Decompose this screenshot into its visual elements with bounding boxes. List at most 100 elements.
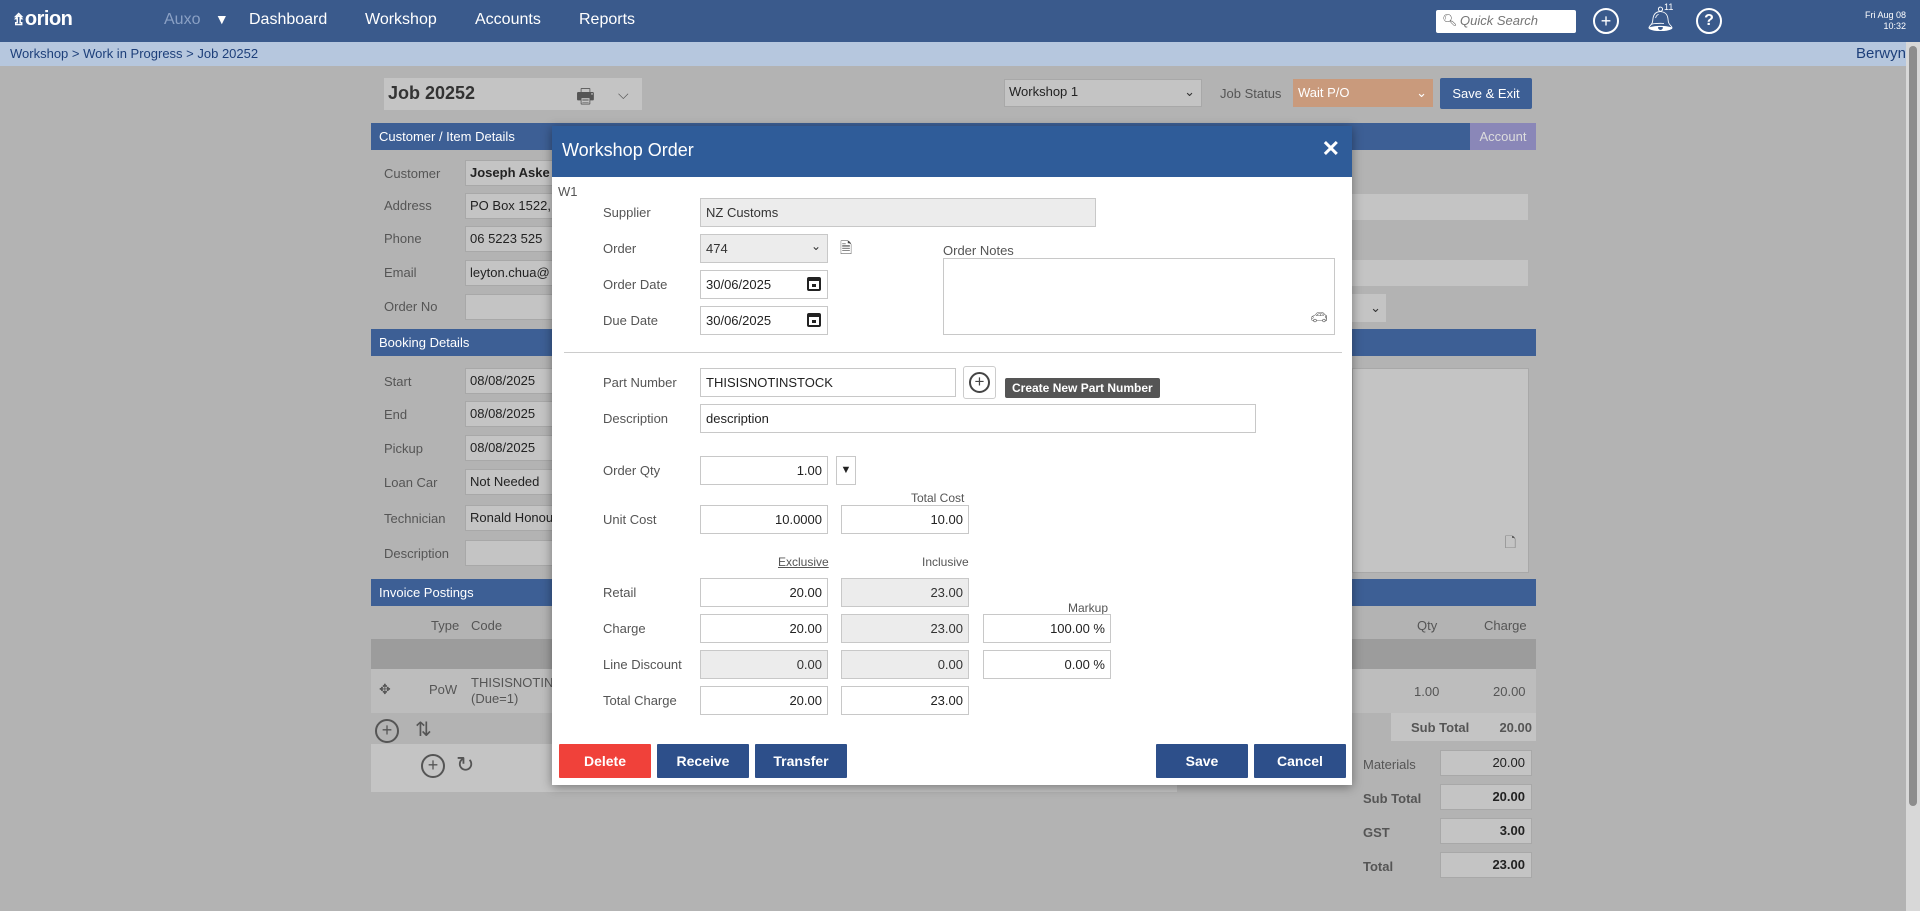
- gst-value: 3.00: [1440, 818, 1532, 844]
- col-qty: Qty: [1417, 618, 1438, 633]
- help-icon[interactable]: ?: [1696, 8, 1722, 34]
- retail-ex-field[interactable]: 20.00: [700, 578, 828, 607]
- due-date-field[interactable]: 30/06/2025: [700, 306, 828, 335]
- search-document-icon[interactable]: 🗎︎: [840, 238, 852, 263]
- exclusive-label[interactable]: Exclusive: [778, 555, 829, 569]
- retail-label: Retail: [603, 585, 637, 600]
- notification-count: 11: [1664, 2, 1674, 12]
- total-value: 23.00: [1440, 852, 1532, 878]
- gst-label: GST: [1363, 825, 1390, 840]
- order-notes-textarea[interactable]: 🚗︎: [943, 258, 1335, 335]
- item-select[interactable]: ⌄: [1352, 294, 1386, 322]
- page-title: Job 20252: [388, 83, 476, 103]
- total-charge-ex-field[interactable]: 20.00: [700, 686, 828, 715]
- subtotal-label: Sub Total: [1411, 720, 1470, 735]
- order-select[interactable]: 474 ⌄: [700, 234, 828, 263]
- qty-dropdown-icon[interactable]: ▼: [836, 456, 856, 485]
- charge-inc-field: 23.00: [841, 614, 969, 643]
- order-date-field[interactable]: 30/06/2025: [700, 270, 828, 299]
- order-no-value[interactable]: [465, 294, 555, 320]
- start-label: Start: [384, 374, 412, 389]
- discount-inc-field: 0.00: [841, 650, 969, 679]
- chevron-down-icon[interactable]: ⌵: [618, 86, 629, 103]
- description-field[interactable]: description: [700, 404, 1256, 433]
- item-field[interactable]: [1352, 260, 1528, 286]
- delete-button[interactable]: Delete: [559, 744, 651, 778]
- nav-dashboard[interactable]: Dashboard: [249, 11, 327, 29]
- row-charge: 20.00: [1493, 684, 1526, 699]
- nav-workshop[interactable]: Workshop: [365, 11, 437, 29]
- company-selector[interactable]: Auxo ▼: [164, 11, 229, 29]
- description-value[interactable]: [465, 540, 555, 566]
- nav-accounts[interactable]: Accounts: [475, 11, 541, 29]
- invoice-panel-title: Invoice Postings: [379, 585, 474, 600]
- job-status-select[interactable]: Wait P/O ⌄: [1293, 79, 1433, 107]
- drag-handle-icon[interactable]: ✥: [379, 681, 391, 698]
- markup-field[interactable]: 100.00 %: [983, 614, 1111, 643]
- notes-icon[interactable]: 🗋︎: [1505, 532, 1516, 556]
- retail-inc-field: 23.00: [841, 578, 969, 607]
- subtotal-total-label: Sub Total: [1363, 791, 1422, 806]
- customer-value[interactable]: Joseph Aske: [465, 160, 555, 186]
- close-icon[interactable]: ✕: [1322, 136, 1340, 162]
- unit-cost-field[interactable]: 10.0000: [700, 505, 828, 534]
- quick-search: 🔍︎: [1436, 10, 1576, 33]
- scrollbar[interactable]: [1906, 42, 1920, 911]
- tab-account[interactable]: Account: [1470, 123, 1536, 150]
- discount-pct-field[interactable]: 0.00 %: [983, 650, 1111, 679]
- workshop-select[interactable]: Workshop 1 ⌄: [1004, 79, 1202, 107]
- calendar-icon[interactable]: [807, 313, 821, 327]
- col-code: Code: [471, 618, 503, 633]
- add-icon[interactable]: +: [1593, 8, 1619, 34]
- order-qty-field[interactable]: 1.00: [700, 456, 828, 485]
- order-tag: W1: [558, 184, 578, 199]
- user-name[interactable]: Berwyn: [1856, 45, 1906, 62]
- customer-label: Customer: [384, 166, 441, 181]
- part-number-field[interactable]: THISISNOTINSTOCK: [700, 368, 956, 397]
- create-part-button[interactable]: +: [963, 366, 996, 399]
- save-button[interactable]: Save: [1156, 744, 1248, 778]
- sort-icon[interactable]: ⇅: [415, 717, 432, 742]
- add-icon[interactable]: +: [421, 754, 445, 778]
- line-discount-label: Line Discount: [603, 657, 682, 672]
- calendar-icon[interactable]: [807, 277, 821, 291]
- refresh-icon[interactable]: ↻: [456, 752, 474, 778]
- order-value: 474: [706, 241, 728, 256]
- phone-value[interactable]: 06 5223 525: [465, 226, 555, 252]
- materials-value: 20.00: [1440, 750, 1532, 776]
- breadcrumb[interactable]: Workshop > Work in Progress > Job 20252: [10, 46, 258, 61]
- technician-value[interactable]: Ronald Honou: [465, 505, 555, 531]
- pickup-value[interactable]: 08/08/2025: [465, 435, 555, 461]
- start-value[interactable]: 08/08/2025: [465, 368, 555, 394]
- item-field[interactable]: [1352, 194, 1528, 220]
- add-circle-icon: +: [969, 372, 990, 393]
- email-value[interactable]: leyton.chua@: [465, 260, 555, 286]
- orion-logo[interactable]: ⇯orion: [12, 8, 73, 31]
- quick-search-input[interactable]: [1460, 10, 1570, 31]
- chevron-down-icon: ▼: [214, 11, 229, 27]
- charge-label: Charge: [603, 621, 646, 636]
- total-charge-inc-field[interactable]: 23.00: [841, 686, 969, 715]
- printer-icon[interactable]: 🖶︎: [576, 82, 595, 116]
- breadcrumb-bar: Workshop > Work in Progress > Job 20252 …: [0, 42, 1920, 66]
- cancel-button[interactable]: Cancel: [1254, 744, 1346, 778]
- charge-ex-field[interactable]: 20.00: [700, 614, 828, 643]
- supplier-field[interactable]: NZ Customs: [700, 198, 1096, 227]
- order-no-label: Order No: [384, 299, 438, 314]
- job-title-bar: Job 20252 🖶︎ ⌵: [384, 78, 642, 110]
- job-status-label: Job Status: [1220, 86, 1282, 101]
- add-row-icon[interactable]: +: [375, 719, 399, 743]
- car-icon[interactable]: 🚗︎: [1310, 309, 1328, 326]
- transfer-button[interactable]: Transfer: [755, 744, 847, 778]
- total-charge-label: Total Charge: [603, 693, 677, 708]
- loan-car-value[interactable]: Not Needed: [465, 469, 555, 495]
- end-value[interactable]: 08/08/2025: [465, 401, 555, 427]
- top-navbar: ⇯orion Auxo ▼ Dashboard Workshop Account…: [0, 0, 1920, 42]
- save-exit-button[interactable]: Save & Exit: [1440, 78, 1532, 109]
- booking-notes[interactable]: 🗋︎: [1352, 368, 1529, 573]
- receive-button[interactable]: Receive: [657, 744, 749, 778]
- nav-reports[interactable]: Reports: [579, 11, 635, 29]
- total-cost-field[interactable]: 10.00: [841, 505, 969, 534]
- address-value[interactable]: PO Box 1522,: [465, 193, 555, 219]
- divider: [564, 352, 1342, 353]
